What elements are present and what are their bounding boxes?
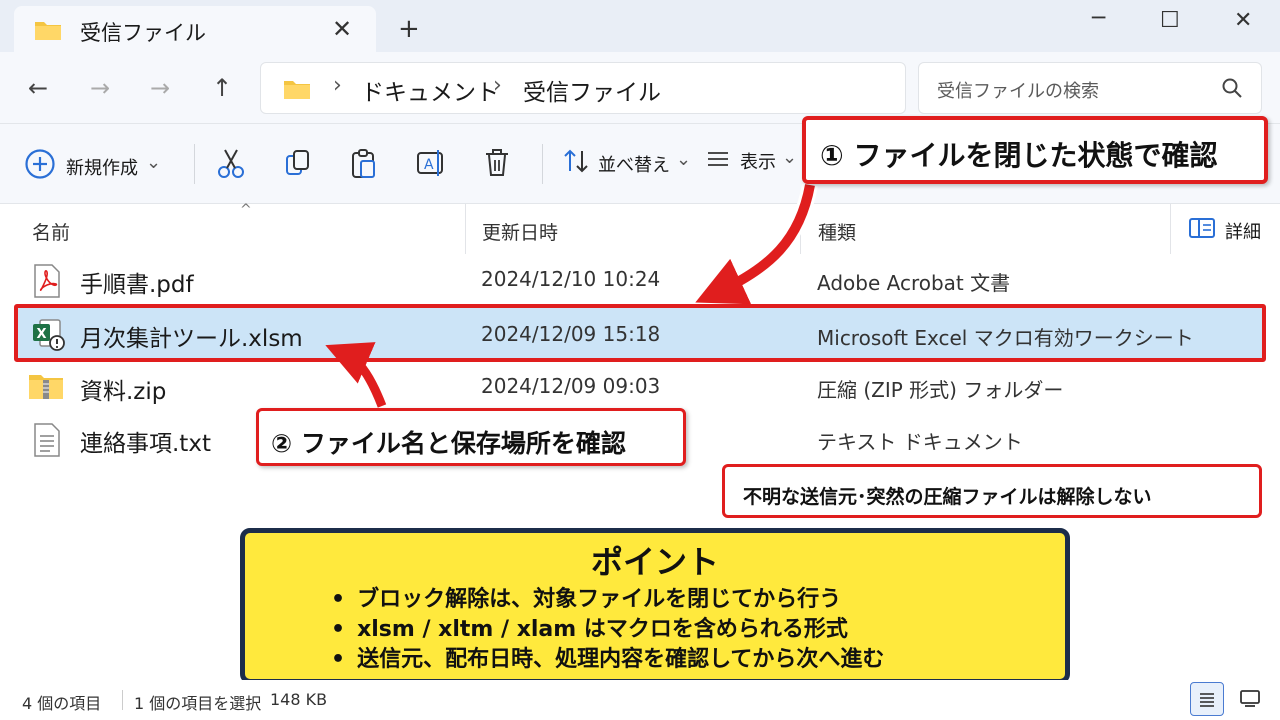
details-label: 詳細 xyxy=(1225,222,1261,243)
breadcrumb-separator: › xyxy=(493,73,502,98)
details-pane-button[interactable]: 詳細 xyxy=(1170,204,1280,254)
point-box: ポイント ブロック解除は、対象ファイルを閉じてから行う xlsm / xltm … xyxy=(240,528,1070,684)
item-count: 4 個の項目 xyxy=(22,694,102,713)
search-box[interactable]: 受信ファイルの検索 xyxy=(918,62,1262,114)
new-button-label: 新規作成 xyxy=(66,157,138,179)
details-view-button[interactable] xyxy=(1190,682,1224,716)
file-name: 連絡事項.txt xyxy=(80,431,211,457)
sort-button[interactable]: 並べ替え ⌄ xyxy=(562,148,691,179)
recent-button[interactable]: → xyxy=(150,74,170,102)
delete-button[interactable] xyxy=(484,148,510,183)
point-item: xlsm / xltm / xlam はマクロを含められる形式 xyxy=(331,615,884,645)
file-row[interactable]: 手順書.pdf 2024/12/10 10:24 Adobe Acrobat 文… xyxy=(14,255,1266,307)
selection-size: 148 KB xyxy=(270,690,328,709)
point-item: 送信元、配布日時、処理内容を確認してから次へ進む xyxy=(331,645,884,675)
breadcrumb-received-files[interactable]: 受信ファイル xyxy=(523,73,661,107)
divider xyxy=(122,690,123,710)
chevron-down-icon: ⌄ xyxy=(146,152,162,173)
breadcrumb-documents[interactable]: ドキュメント xyxy=(361,73,499,107)
file-name: 資料.zip xyxy=(80,379,167,405)
address-bar[interactable]: › ドキュメント › 受信ファイル xyxy=(260,62,906,114)
file-type: テキスト ドキュメント xyxy=(817,430,1023,454)
breadcrumb-separator: › xyxy=(333,73,342,98)
column-header-name[interactable]: 名前 xyxy=(32,218,70,245)
search-icon xyxy=(1221,77,1243,103)
new-tab-button[interactable]: + xyxy=(398,14,420,44)
point-list: ブロック解除は、対象ファイルを閉じてから行う xlsm / xltm / xla… xyxy=(331,585,884,675)
view-lines-icon xyxy=(706,149,730,174)
copy-button[interactable] xyxy=(284,148,312,183)
chevron-down-icon: ⌄ xyxy=(676,149,692,170)
file-date: 2024/12/10 10:24 xyxy=(481,267,661,291)
trash-icon xyxy=(484,148,510,183)
sort-label: 並べ替え xyxy=(598,154,670,176)
zip-folder-icon xyxy=(28,372,64,404)
file-name: 手順書.pdf xyxy=(80,272,194,298)
status-bar: 4 個の項目 1 個の項目を選択 148 KB xyxy=(0,680,1280,720)
details-pane-icon xyxy=(1189,218,1215,242)
excel-macro-icon: X xyxy=(32,317,66,355)
tab-received-files[interactable]: 受信ファイル ✕ xyxy=(14,6,376,52)
divider xyxy=(194,144,195,184)
file-name: 月次集計ツール.xlsm xyxy=(80,326,303,352)
search-input[interactable]: 受信ファイルの検索 xyxy=(937,77,1099,103)
file-row-selected[interactable]: X 月次集計ツール.xlsm 2024/12/09 15:18 Microsof… xyxy=(14,304,1266,362)
chevron-down-icon: ⌄ xyxy=(782,146,798,168)
forward-button[interactable]: → xyxy=(90,74,110,102)
clipboard-icon xyxy=(350,148,378,185)
tab-close-icon[interactable]: ✕ xyxy=(332,15,352,43)
callout-check-closed: ① ファイルを閉じた状態で確認 xyxy=(802,116,1268,184)
view-button[interactable]: 表示 ⌄ xyxy=(706,146,798,174)
file-type: Microsoft Excel マクロ有効ワークシート xyxy=(817,326,1194,350)
scissors-icon xyxy=(216,148,246,185)
file-type: Adobe Acrobat 文書 xyxy=(817,271,1011,295)
column-divider xyxy=(465,204,466,254)
file-date: 2024/12/09 09:03 xyxy=(481,374,661,398)
file-row[interactable]: 資料.zip 2024/12/09 09:03 圧縮 (ZIP 形式) フォルダ… xyxy=(14,362,1266,414)
file-date: 2024/12/09 15:18 xyxy=(481,322,661,346)
maximize-button[interactable]: ☐ xyxy=(1160,8,1180,33)
title-bar: 受信ファイル ✕ + ─ ☐ ✕ xyxy=(0,0,1280,52)
text-file-icon xyxy=(32,423,62,461)
file-type: 圧縮 (ZIP 形式) フォルダー xyxy=(817,378,1064,402)
callout-warning: 不明な送信元･突然の圧縮ファイルは解除しない xyxy=(722,464,1262,518)
pdf-icon xyxy=(32,264,62,302)
divider xyxy=(542,144,543,184)
selection-count: 1 個の項目を選択 xyxy=(134,694,262,713)
point-item: ブロック解除は、対象ファイルを閉じてから行う xyxy=(331,585,884,615)
column-divider xyxy=(800,204,801,254)
callout-check-name-location: ② ファイル名と保存場所を確認 xyxy=(256,408,686,466)
up-button[interactable]: ↑ xyxy=(212,74,232,102)
paste-button[interactable] xyxy=(350,148,378,185)
copy-icon xyxy=(284,148,312,183)
svg-text:X: X xyxy=(37,327,47,342)
tab-title: 受信ファイル xyxy=(80,21,206,45)
minimize-button[interactable]: ─ xyxy=(1092,6,1105,31)
svg-text:A: A xyxy=(424,157,434,173)
point-title: ポイント xyxy=(590,543,719,581)
close-window-button[interactable]: ✕ xyxy=(1234,8,1252,33)
sort-ascending-icon: ^ xyxy=(240,202,252,218)
folder-icon xyxy=(34,19,62,45)
rename-icon: A xyxy=(416,148,446,183)
tiles-view-button[interactable] xyxy=(1234,682,1268,716)
column-header-modified[interactable]: 更新日時 xyxy=(482,218,558,245)
sort-icon xyxy=(562,148,590,179)
column-header-type[interactable]: 種類 xyxy=(818,218,856,245)
cut-button[interactable] xyxy=(216,148,246,185)
navigation-bar: ← → → ↑ › ドキュメント › 受信ファイル 受信ファイルの検索 xyxy=(0,52,1280,124)
back-button[interactable]: ← xyxy=(28,74,48,102)
view-label: 表示 xyxy=(740,152,776,173)
plus-circle-icon xyxy=(24,148,56,185)
new-button[interactable]: 新規作成 ⌄ xyxy=(24,148,161,185)
rename-button[interactable]: A xyxy=(416,148,446,183)
folder-icon xyxy=(283,78,311,104)
